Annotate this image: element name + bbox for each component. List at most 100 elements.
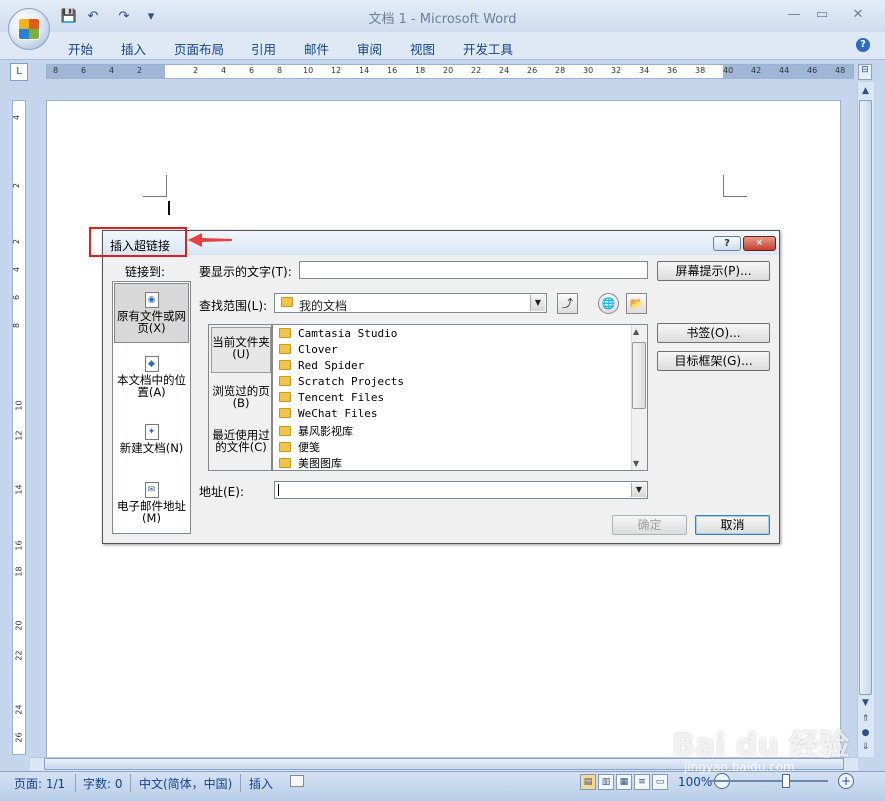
office-logo-icon: [18, 18, 40, 40]
link-new-document[interactable]: ✦ 新建文档(N): [114, 420, 189, 460]
scroll-up-icon[interactable]: ▲: [633, 327, 639, 336]
next-page-icon[interactable]: ⇓: [859, 740, 872, 754]
ruler-tick: 36: [667, 66, 678, 75]
ruler-tick: 32: [611, 66, 622, 75]
folder-icon: [279, 344, 291, 354]
zoom-level[interactable]: 100%: [678, 775, 712, 789]
full-screen-reading-icon[interactable]: ▥: [598, 774, 614, 790]
cancel-button[interactable]: 取消: [695, 515, 770, 535]
ruler-tick: 38: [695, 66, 706, 75]
text-to-display-input[interactable]: [299, 261, 648, 279]
ruler-tick: 26: [14, 732, 24, 743]
print-layout-view-icon[interactable]: ▤: [580, 774, 596, 790]
divider: [240, 774, 241, 792]
divider: [130, 774, 131, 792]
bookmark-button[interactable]: 书签(O)...: [657, 323, 770, 343]
tab-references[interactable]: 引用: [251, 39, 276, 58]
browse-file-icon[interactable]: 📂: [626, 293, 647, 314]
target-frame-button[interactable]: 目标框架(G)...: [657, 351, 770, 371]
zoom-slider-handle[interactable]: [782, 774, 790, 788]
file-list: Camtasia Studio Clover Red Spider Scratc…: [272, 324, 648, 471]
list-item[interactable]: Clover: [279, 343, 338, 356]
browse-web-icon[interactable]: 🌐: [598, 293, 619, 314]
scroll-up-icon[interactable]: ▲: [859, 84, 872, 98]
ruler-tick: 2: [12, 238, 22, 245]
office-button[interactable]: [8, 8, 50, 50]
ruler-tick: 24: [14, 704, 24, 715]
scroll-down-icon[interactable]: ▼: [633, 459, 639, 468]
list-item[interactable]: Scratch Projects: [279, 375, 404, 388]
current-folder-item[interactable]: 当前文件夹(U): [211, 327, 271, 373]
ruler-tick: 22: [14, 650, 24, 661]
watermark-url: jingyan.baidu.com: [684, 760, 795, 774]
word-count[interactable]: 字数: 0: [83, 775, 123, 792]
page-count[interactable]: 页面: 1/1: [14, 775, 65, 792]
browse-object-icon[interactable]: ●: [859, 726, 872, 740]
outline-view-icon[interactable]: ≡: [634, 774, 650, 790]
tab-home[interactable]: 开始: [68, 39, 93, 58]
dialog-close-button[interactable]: ✕: [743, 236, 776, 251]
tab-mailings[interactable]: 邮件: [304, 39, 329, 58]
screentip-button[interactable]: 屏幕提示(P)...: [657, 261, 770, 281]
draft-view-icon[interactable]: ▭: [652, 774, 668, 790]
tab-developer[interactable]: 开发工具: [463, 39, 513, 58]
vertical-ruler[interactable]: 4 2 2 4 6 8 10 12 14 16 18 20 22 24 26: [12, 100, 26, 755]
ruler-tick: 4: [221, 66, 227, 75]
list-item[interactable]: Red Spider: [279, 359, 364, 372]
list-item[interactable]: 暴风影视库: [279, 423, 353, 439]
ruler-tick: 26: [527, 66, 538, 75]
up-folder-icon[interactable]: ⤴: [557, 293, 578, 314]
ruler-tick: 14: [359, 66, 370, 75]
list-item[interactable]: Camtasia Studio: [279, 327, 397, 340]
ruler-tick: 22: [471, 66, 482, 75]
insert-mode[interactable]: 插入: [249, 775, 273, 792]
recent-files-item[interactable]: 最近使用过的文件(C): [211, 425, 271, 467]
file-list-scroll-thumb[interactable]: [632, 342, 646, 409]
folder-icon: [279, 442, 291, 452]
ruler-tick: 6: [12, 294, 22, 301]
scroll-down-icon[interactable]: ▼: [859, 696, 872, 710]
ruler-tick: 46: [807, 66, 818, 75]
dialog-help-button[interactable]: ?: [713, 236, 741, 251]
ruler-tick: 14: [14, 484, 24, 495]
tab-view[interactable]: 视图: [410, 39, 435, 58]
status-bar: [0, 771, 885, 801]
link-existing-file[interactable]: ◉ 原有文件或网页(X): [114, 283, 189, 343]
list-item[interactable]: WeChat Files: [279, 407, 377, 420]
list-item[interactable]: Tencent Files: [279, 391, 384, 404]
zoom-in-icon[interactable]: +: [838, 773, 854, 789]
address-input[interactable]: ▼: [274, 481, 648, 499]
restore-button[interactable]: ▭: [810, 6, 834, 24]
tab-page-layout[interactable]: 页面布局: [174, 39, 224, 58]
prev-page-icon[interactable]: ⇑: [859, 712, 872, 726]
list-item[interactable]: 美图图库: [279, 455, 342, 471]
link-place-in-document[interactable]: ◆ 本文档中的位置(A): [114, 352, 189, 404]
look-in-select[interactable]: 我的文档 ▼: [274, 293, 547, 313]
ruler-tick: 16: [14, 540, 24, 551]
folder-icon: [279, 408, 291, 418]
tab-insert[interactable]: 插入: [121, 39, 146, 58]
email-icon: ✉: [144, 482, 159, 498]
help-icon[interactable]: ?: [856, 38, 870, 52]
tab-review[interactable]: 审阅: [357, 39, 382, 58]
chevron-down-icon[interactable]: ▼: [631, 483, 646, 497]
tab-selector[interactable]: L: [10, 63, 28, 81]
chevron-down-icon[interactable]: ▼: [530, 295, 545, 311]
list-item[interactable]: 便笺: [279, 439, 320, 455]
minimize-button[interactable]: —: [782, 6, 806, 24]
browsed-pages-item[interactable]: 浏览过的页(B): [211, 379, 271, 415]
crop-mark: [143, 175, 167, 197]
vertical-scroll-thumb[interactable]: [859, 100, 872, 695]
macro-record-icon[interactable]: [290, 775, 304, 787]
web-layout-icon[interactable]: ▦: [616, 774, 632, 790]
close-button[interactable]: ✕: [846, 6, 870, 24]
ruler-tick: 2: [193, 66, 199, 75]
horizontal-ruler[interactable]: 8 6 4 2 2 4 6 8 10 12 14 16 18 20 22 24 …: [46, 64, 854, 79]
link-email-address[interactable]: ✉ 电子邮件地址(M): [114, 478, 189, 526]
zoom-slider[interactable]: [708, 780, 828, 782]
language-indicator[interactable]: 中文(简体，中国): [139, 775, 232, 792]
ruler-tick: 4: [12, 266, 22, 273]
folder-icon: [281, 297, 293, 307]
ok-button[interactable]: 确定: [612, 515, 687, 535]
view-ruler-icon[interactable]: ⊟: [858, 64, 872, 80]
